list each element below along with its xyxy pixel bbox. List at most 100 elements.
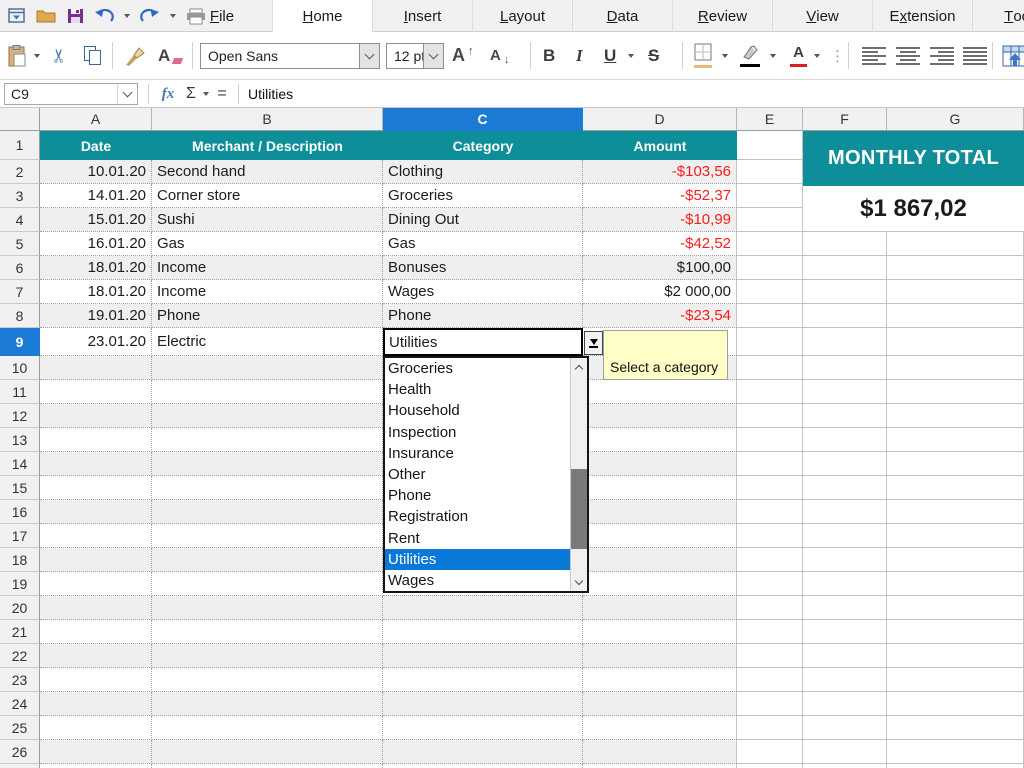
cell-E4[interactable] [737, 208, 803, 232]
dropdown-option-other[interactable]: Other [385, 464, 570, 485]
font-size-select[interactable]: 12 pt [386, 43, 444, 69]
decrease-font-icon[interactable]: A↓ [490, 32, 509, 79]
cell-F24[interactable] [803, 692, 887, 716]
cell-F23[interactable] [803, 668, 887, 692]
cell-A1[interactable]: Date [40, 131, 152, 160]
cell-A15[interactable] [40, 476, 152, 500]
cell-E27[interactable] [737, 764, 803, 768]
name-box-dropdown-icon[interactable] [117, 84, 137, 104]
cell-G10[interactable] [887, 356, 1024, 380]
cell-E8[interactable] [737, 304, 803, 328]
font-color-dropdown-icon[interactable] [814, 32, 820, 79]
cell-E25[interactable] [737, 716, 803, 740]
cell-A19[interactable] [40, 572, 152, 596]
cell-D13[interactable] [583, 428, 737, 452]
cell-G19[interactable] [887, 572, 1024, 596]
dropdown-option-rent[interactable]: Rent [385, 528, 570, 549]
borders-icon[interactable] [694, 32, 712, 79]
cell-E19[interactable] [737, 572, 803, 596]
row-header-18[interactable]: 18 [0, 548, 40, 572]
column-header-c[interactable]: C [383, 108, 583, 131]
tab-layout[interactable]: Layout [472, 0, 572, 32]
font-name-dropdown-icon[interactable] [359, 44, 379, 68]
undo-icon[interactable] [93, 4, 115, 28]
cell-C24[interactable] [383, 692, 583, 716]
cell-B16[interactable] [152, 500, 383, 524]
dropdown-option-phone[interactable]: Phone [385, 485, 570, 506]
cell-A20[interactable] [40, 596, 152, 620]
cell-G26[interactable] [887, 740, 1024, 764]
cell-D2[interactable]: -$103,56 [583, 160, 737, 184]
highlight-color-icon[interactable] [740, 32, 760, 79]
row-header-11[interactable]: 11 [0, 380, 40, 404]
cell-F14[interactable] [803, 452, 887, 476]
cell-E1[interactable] [737, 131, 803, 160]
font-name-select[interactable]: Open Sans [200, 43, 380, 69]
cell-F15[interactable] [803, 476, 887, 500]
cell-A26[interactable] [40, 740, 152, 764]
tab-tools[interactable]: Tools [972, 0, 1024, 32]
dropdown-option-insurance[interactable]: Insurance [385, 443, 570, 464]
cell-A17[interactable] [40, 524, 152, 548]
cell-D4[interactable]: -$10,99 [583, 208, 737, 232]
cell-D18[interactable] [583, 548, 737, 572]
cell-D22[interactable] [583, 644, 737, 668]
strikethrough-button[interactable]: S [648, 32, 659, 79]
cell-C1[interactable]: Category [383, 131, 583, 160]
cell-A4[interactable]: 15.01.20 [40, 208, 152, 232]
row-header-7[interactable]: 7 [0, 280, 40, 304]
row-header-22[interactable]: 22 [0, 644, 40, 668]
cell-F6[interactable] [803, 256, 887, 280]
cell-G21[interactable] [887, 620, 1024, 644]
sum-dropdown-icon[interactable] [200, 80, 212, 108]
highlight-dropdown-icon[interactable] [770, 32, 776, 79]
cell-F5[interactable] [803, 232, 887, 256]
tab-view[interactable]: View [772, 0, 872, 32]
cell-F20[interactable] [803, 596, 887, 620]
column-header-a[interactable]: A [40, 108, 152, 131]
cell-A23[interactable] [40, 668, 152, 692]
cell-E26[interactable] [737, 740, 803, 764]
borders-dropdown-icon[interactable] [722, 32, 728, 79]
corner-cell[interactable] [0, 108, 40, 131]
cell-C7[interactable]: Wages [383, 280, 583, 304]
cell-E5[interactable] [737, 232, 803, 256]
cell-D12[interactable] [583, 404, 737, 428]
cell-C6[interactable]: Bonuses [383, 256, 583, 280]
cell-G24[interactable] [887, 692, 1024, 716]
insert-rows-icon[interactable] [1002, 32, 1024, 79]
cut-icon[interactable]: ✂ [52, 32, 68, 79]
cell-C22[interactable] [383, 644, 583, 668]
row-header-26[interactable]: 26 [0, 740, 40, 764]
cell-F18[interactable] [803, 548, 887, 572]
cell-A6[interactable]: 18.01.20 [40, 256, 152, 280]
column-header-g[interactable]: G [887, 108, 1024, 131]
row-header-10[interactable]: 10 [0, 356, 40, 380]
row-header-6[interactable]: 6 [0, 256, 40, 280]
dropdown-option-registration[interactable]: Registration [385, 506, 570, 527]
function-wizard-icon[interactable]: fx [156, 80, 180, 108]
justify-icon[interactable] [963, 32, 987, 79]
cell-B25[interactable] [152, 716, 383, 740]
overflow-dots-icon[interactable]: ⋮ [830, 32, 845, 79]
category-edit-cell[interactable]: Utilities [383, 328, 583, 356]
cell-F21[interactable] [803, 620, 887, 644]
row-header-20[interactable]: 20 [0, 596, 40, 620]
name-box[interactable]: C9 [4, 83, 138, 105]
cell-D7[interactable]: $2 000,00 [583, 280, 737, 304]
cell-B9[interactable]: Electric [152, 328, 383, 356]
underline-button[interactable]: U [604, 32, 616, 79]
clear-formatting-icon[interactable]: A [158, 32, 182, 79]
sum-icon[interactable]: Σ [182, 80, 200, 108]
cell-E17[interactable] [737, 524, 803, 548]
cell-G12[interactable] [887, 404, 1024, 428]
cell-A21[interactable] [40, 620, 152, 644]
scroll-down-button[interactable] [571, 573, 587, 591]
cell-B17[interactable] [152, 524, 383, 548]
cell-G14[interactable] [887, 452, 1024, 476]
font-size-dropdown-icon[interactable] [423, 44, 443, 68]
cell-E20[interactable] [737, 596, 803, 620]
cell-C25[interactable] [383, 716, 583, 740]
cell-B27[interactable] [152, 764, 383, 768]
row-header-14[interactable]: 14 [0, 452, 40, 476]
